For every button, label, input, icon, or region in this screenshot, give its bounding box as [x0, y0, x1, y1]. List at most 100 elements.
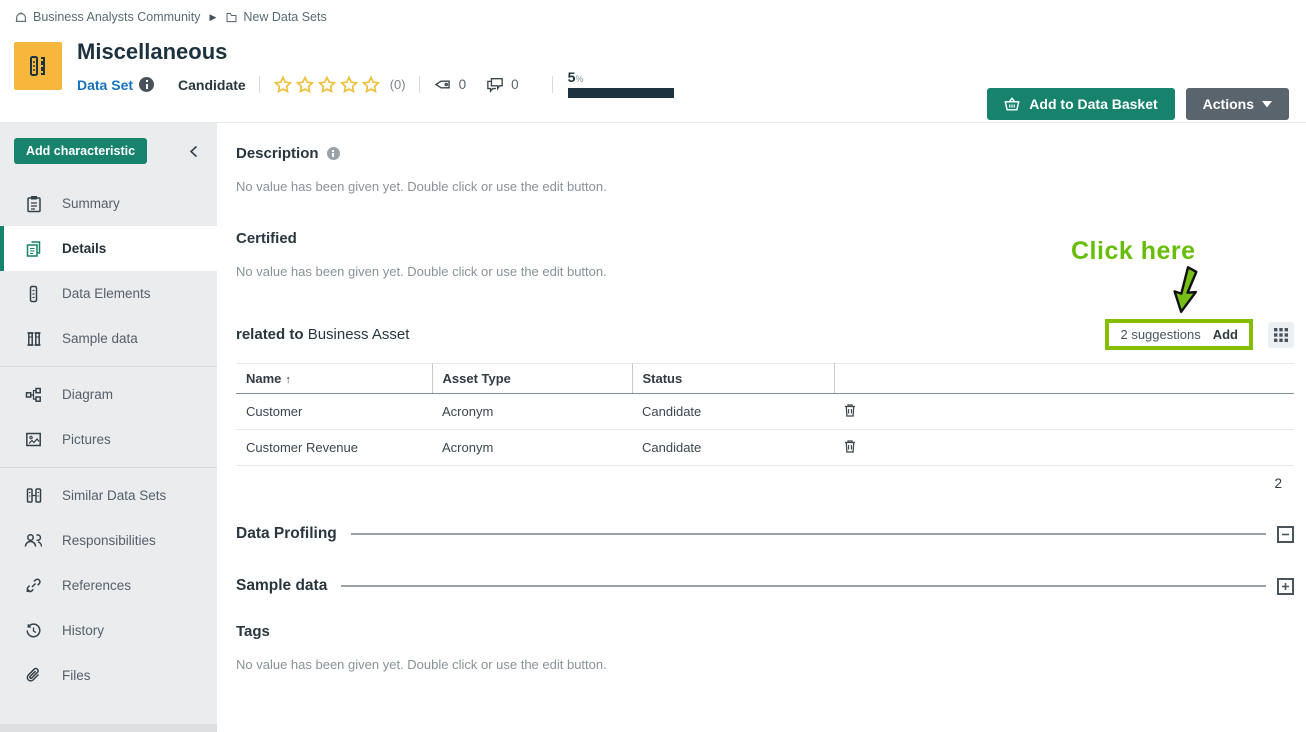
tags-title: Tags	[236, 623, 270, 640]
grid-icon	[1274, 328, 1288, 342]
expand-section-button[interactable]	[1277, 578, 1294, 595]
asset-type-link[interactable]: Data Set	[77, 77, 133, 93]
history-icon	[24, 622, 43, 639]
delete-relation-button[interactable]	[844, 439, 856, 453]
breadcrumb-domain[interactable]: New Data Sets	[225, 10, 326, 24]
sidebar-item-label: Diagram	[62, 387, 113, 402]
sidebar-item-history[interactable]: History	[0, 608, 217, 653]
star-icon[interactable]	[295, 75, 315, 95]
sidebar-item-label: History	[62, 623, 104, 638]
comment-count: 0	[511, 77, 519, 92]
cell-asset-type: Acronym	[432, 394, 632, 430]
sidebar-item-label: Similar Data Sets	[62, 488, 166, 503]
info-icon[interactable]	[327, 147, 340, 160]
sidebar-item-references[interactable]: References	[0, 563, 217, 608]
star-icon[interactable]	[273, 75, 293, 95]
sample-data-section-header: Sample data	[236, 577, 1294, 595]
info-icon[interactable]	[139, 77, 154, 92]
clipboard-icon	[24, 195, 43, 213]
star-icon[interactable]	[361, 75, 381, 95]
column-header-name[interactable]: Name↑	[236, 364, 432, 394]
sort-asc-icon: ↑	[285, 374, 291, 386]
star-icon[interactable]	[317, 75, 337, 95]
add-to-data-basket-button[interactable]: Add to Data Basket	[987, 88, 1174, 120]
completeness-progress: 5%	[568, 71, 674, 98]
table-settings-button[interactable]	[1268, 322, 1294, 348]
progress-unit: %	[575, 74, 583, 84]
sidebar-divider	[0, 366, 217, 367]
breadcrumb: Business Analysts Community ▶ New Data S…	[0, 0, 1306, 34]
sidebar-item-label: References	[62, 578, 131, 593]
tag-icon	[433, 77, 452, 92]
description-section: Description No value has been given yet.…	[236, 145, 1294, 194]
tags-counter[interactable]: 0	[433, 77, 467, 92]
community-icon	[14, 10, 28, 24]
tags-placeholder[interactable]: No value has been given yet. Double clic…	[236, 657, 1294, 672]
divider	[259, 76, 260, 93]
sidebar-item-similar-data-sets[interactable]: Similar Data Sets	[0, 473, 217, 518]
documents-icon	[24, 240, 43, 258]
certified-placeholder[interactable]: No value has been given yet. Double clic…	[236, 264, 1294, 279]
table-row[interactable]: Customer Revenue Acronym Candidate	[236, 430, 1294, 466]
sidebar-item-files[interactable]: Files	[0, 653, 217, 698]
paperclip-icon	[24, 667, 43, 684]
sidebar-item-label: Data Elements	[62, 286, 151, 301]
add-to-data-basket-label: Add to Data Basket	[1029, 96, 1157, 112]
data-profiling-section-header: Data Profiling	[236, 525, 1294, 543]
table-row[interactable]: Customer Acronym Candidate	[236, 394, 1294, 430]
actions-button[interactable]: Actions	[1186, 88, 1289, 120]
tag-count: 0	[459, 77, 467, 92]
cell-status: Candidate	[632, 430, 834, 466]
actions-label: Actions	[1203, 96, 1254, 112]
caret-down-icon	[1262, 101, 1272, 108]
status-badge: Candidate	[178, 77, 246, 93]
suggestions-count[interactable]: 2 suggestions	[1120, 327, 1200, 342]
tags-section: Tags No value has been given yet. Double…	[236, 623, 1294, 672]
sidebar-item-label: Summary	[62, 196, 120, 211]
breadcrumb-community-label: Business Analysts Community	[33, 10, 200, 24]
cell-name: Customer Revenue	[236, 430, 432, 466]
sidebar-item-details[interactable]: Details	[0, 226, 217, 271]
relation-title: related to Business Asset	[236, 326, 409, 343]
page-title: Miscellaneous	[77, 40, 674, 64]
breadcrumb-separator-icon: ▶	[209, 12, 216, 23]
section-rule	[341, 585, 1266, 587]
collapse-sidebar-button[interactable]	[186, 143, 201, 160]
cell-asset-type: Acronym	[432, 430, 632, 466]
suggestions-box[interactable]: 2 suggestions Add	[1105, 319, 1253, 350]
basket-icon	[1004, 97, 1020, 112]
diagram-icon	[24, 387, 43, 403]
progress-bar	[568, 88, 674, 98]
sidebar-item-responsibilities[interactable]: Responsibilities	[0, 518, 217, 563]
sidebar-item-label: Pictures	[62, 432, 111, 447]
breadcrumb-domain-label: New Data Sets	[243, 10, 326, 24]
chevron-left-icon	[188, 145, 199, 158]
add-characteristic-button[interactable]: Add characteristic	[14, 138, 147, 164]
column-icon	[24, 285, 43, 303]
sidebar-item-pictures[interactable]: Pictures	[0, 417, 217, 462]
section-rule	[351, 533, 1266, 535]
data-profiling-title: Data Profiling	[236, 525, 337, 543]
plus-square-icon	[1281, 582, 1290, 591]
asset-header: Miscellaneous Data Set Candidate (0)	[0, 34, 1306, 123]
sidebar-item-data-elements[interactable]: Data Elements	[0, 271, 217, 316]
collapse-section-button[interactable]	[1277, 526, 1294, 543]
main-content: Description No value has been given yet.…	[217, 123, 1306, 732]
column-header-status[interactable]: Status	[632, 364, 834, 394]
breadcrumb-community[interactable]: Business Analysts Community	[14, 10, 200, 24]
sidebar-item-diagram[interactable]: Diagram	[0, 372, 217, 417]
column-header-asset-type[interactable]: Asset Type	[432, 364, 632, 394]
suggestions-add-button[interactable]: Add	[1213, 327, 1238, 342]
trash-icon	[844, 439, 856, 453]
rating-count: (0)	[390, 77, 406, 92]
trash-icon	[844, 403, 856, 417]
certified-title: Certified	[236, 230, 297, 247]
sidebar-item-summary[interactable]: Summary	[0, 181, 217, 226]
description-placeholder[interactable]: No value has been given yet. Double clic…	[236, 179, 1294, 194]
sidebar-item-sample-data[interactable]: Sample data	[0, 316, 217, 361]
cell-status: Candidate	[632, 394, 834, 430]
comments-counter[interactable]: 0	[486, 76, 519, 93]
rating-stars[interactable]: (0)	[273, 75, 406, 95]
star-icon[interactable]	[339, 75, 359, 95]
delete-relation-button[interactable]	[844, 403, 856, 417]
